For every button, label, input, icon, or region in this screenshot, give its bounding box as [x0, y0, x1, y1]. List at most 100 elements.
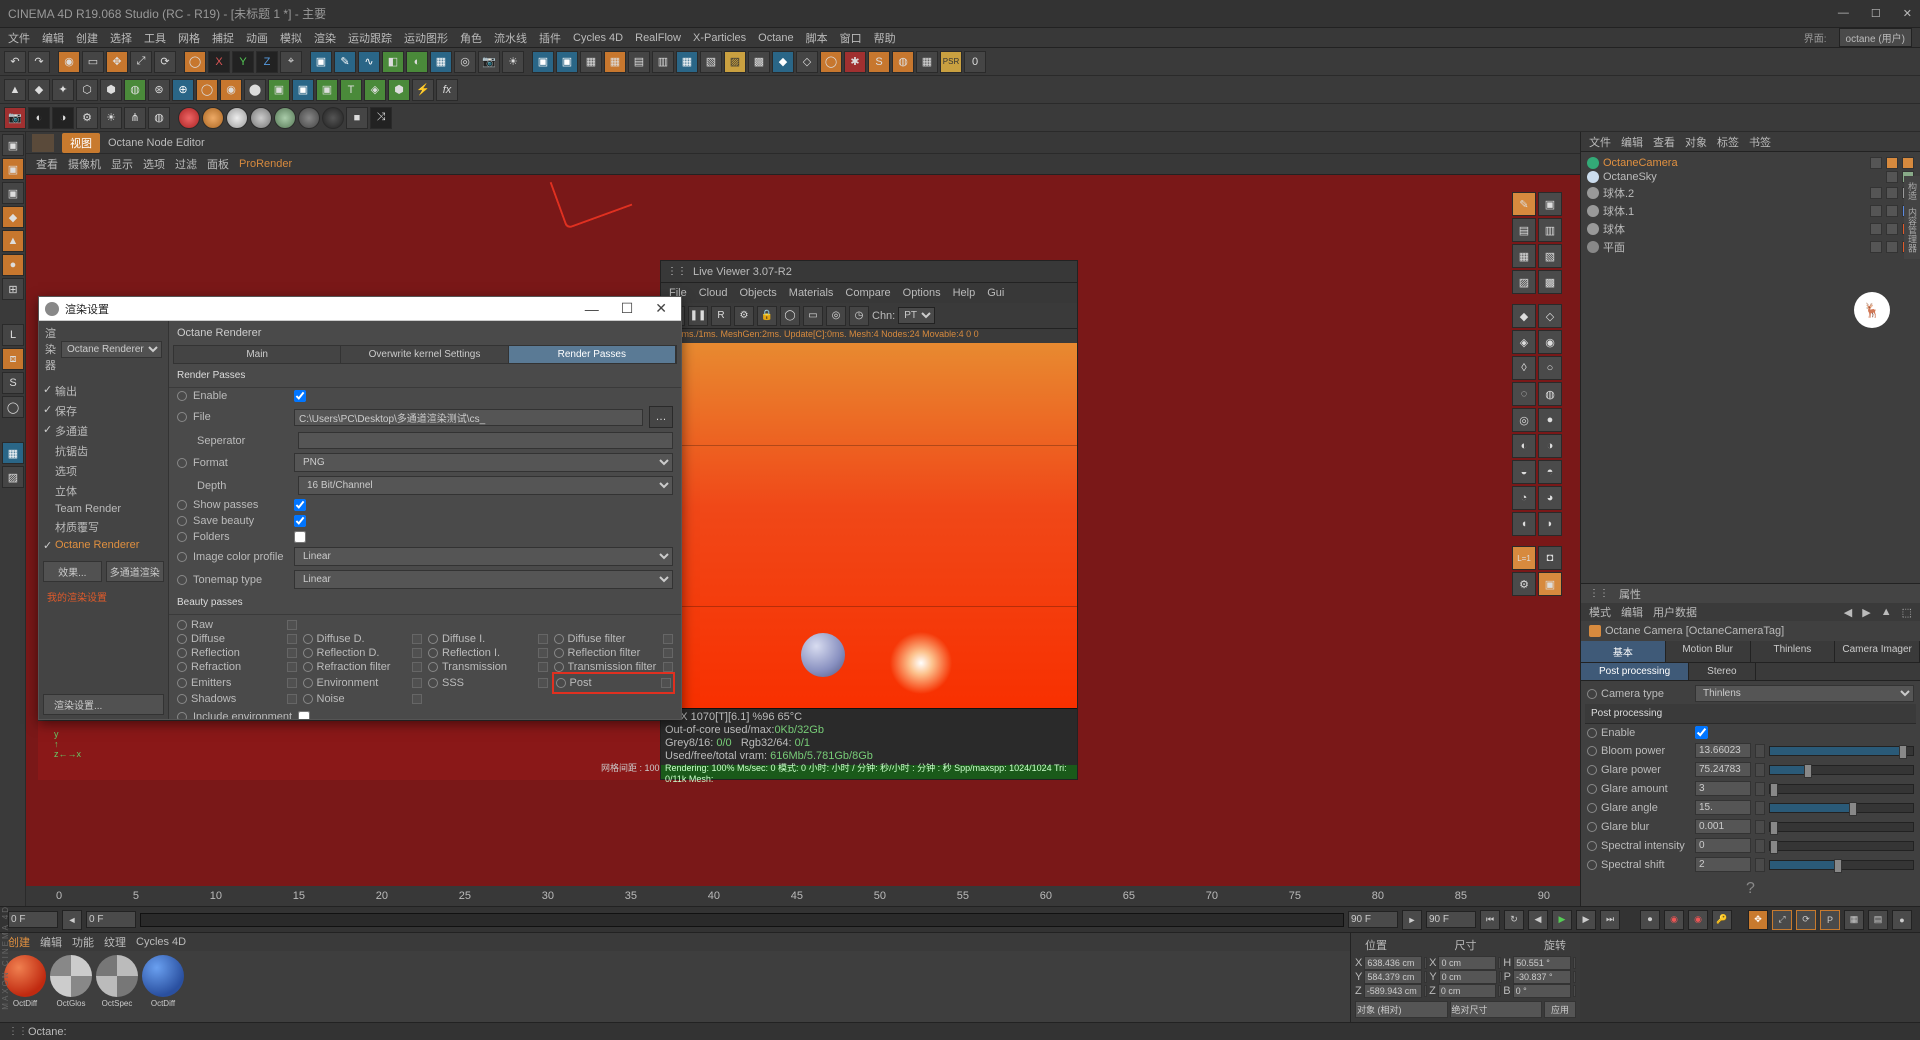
file-browse-button[interactable]: …: [649, 406, 673, 428]
radio-icon[interactable]: [177, 500, 187, 510]
interface-dropdown[interactable]: octane (用户): [1839, 28, 1912, 47]
vm-view[interactable]: 查看: [36, 156, 58, 172]
deformer-icon[interactable]: ▦: [430, 51, 452, 73]
radio-icon[interactable]: [303, 634, 313, 644]
tree-options[interactable]: 选项: [41, 461, 166, 481]
pass-reflection-d-[interactable]: Reflection D.: [303, 647, 423, 659]
menu-cycles[interactable]: Cycles 4D: [573, 32, 623, 44]
tree-aa[interactable]: 抗锯齿: [41, 441, 166, 461]
pass-checkbox[interactable]: [287, 620, 297, 630]
attr-slider[interactable]: [1769, 746, 1914, 756]
pass-post[interactable]: Post: [552, 672, 676, 694]
mat-dark-icon[interactable]: [298, 107, 320, 129]
render-win-titlebar[interactable]: 渲染设置 — ☐ ✕: [39, 297, 681, 321]
pass-raw[interactable]: Raw: [177, 619, 297, 631]
pass-checkbox[interactable]: [663, 634, 673, 644]
env-icon[interactable]: ◎: [454, 51, 476, 73]
radio-icon[interactable]: [177, 575, 187, 585]
spinner-icon[interactable]: [1755, 820, 1765, 834]
rr-21-icon[interactable]: ◓: [1538, 460, 1562, 484]
tab-postproc[interactable]: Post processing: [1581, 663, 1689, 680]
lv-render-view[interactable]: [661, 343, 1077, 708]
pass-checkbox[interactable]: [287, 648, 297, 658]
lv-help[interactable]: Help: [953, 287, 976, 299]
vm-panel[interactable]: 面板: [207, 156, 229, 172]
radio-icon[interactable]: [303, 662, 313, 672]
radio-icon[interactable]: [177, 648, 187, 658]
close-button[interactable]: ✕: [1903, 7, 1912, 20]
attr-value-field[interactable]: [1695, 857, 1751, 872]
t3-sun-icon[interactable]: ☀: [100, 107, 122, 129]
lv-sphere-icon[interactable]: ◯: [780, 306, 800, 326]
lv-pin-icon[interactable]: ◎: [826, 306, 846, 326]
attr-checkbox[interactable]: [1695, 726, 1708, 739]
move-icon[interactable]: ✥: [106, 51, 128, 73]
file-field[interactable]: [294, 409, 643, 426]
spinner-icon[interactable]: [1755, 858, 1765, 872]
om-file[interactable]: 文件: [1589, 134, 1611, 150]
radio-icon[interactable]: [177, 662, 187, 672]
t3-3-icon[interactable]: ◑: [52, 107, 74, 129]
rr-20-icon[interactable]: ◒: [1512, 460, 1536, 484]
t3-shuffle-icon[interactable]: ⤨: [370, 107, 392, 129]
rr-17-icon[interactable]: ●: [1538, 408, 1562, 432]
radio-icon[interactable]: [303, 694, 313, 704]
pass-environment[interactable]: Environment: [303, 675, 423, 691]
menu-anim[interactable]: 动画: [246, 30, 268, 46]
spinner-icon[interactable]: [1424, 971, 1427, 983]
t3-7-icon[interactable]: ◍: [148, 107, 170, 129]
recent-icon[interactable]: ◯: [184, 51, 206, 73]
t2-11-icon[interactable]: ⬤: [244, 79, 266, 101]
include-env-checkbox[interactable]: [298, 711, 310, 719]
tag-icon[interactable]: [1870, 205, 1882, 217]
t2-8-icon[interactable]: ⊕: [172, 79, 194, 101]
spinner-icon[interactable]: [1573, 957, 1576, 969]
rr-3-icon[interactable]: ▥: [1538, 218, 1562, 242]
rr-11-icon[interactable]: ◉: [1538, 330, 1562, 354]
rp9-icon[interactable]: ▨: [724, 51, 746, 73]
mat-black-icon[interactable]: [322, 107, 344, 129]
spinner-icon[interactable]: [1424, 957, 1427, 969]
renderer-select[interactable]: Octane Renderer: [61, 341, 162, 358]
mat-grey-icon[interactable]: [226, 107, 248, 129]
radio-icon[interactable]: [1587, 784, 1597, 794]
attr-value-field[interactable]: [1695, 819, 1751, 834]
lv-options[interactable]: Options: [903, 287, 941, 299]
tl-key-icon[interactable]: 🔑: [1712, 910, 1732, 930]
help-icon[interactable]: ?: [1585, 874, 1916, 904]
depth-select[interactable]: 16 Bit/Channel: [298, 476, 673, 495]
radio-icon[interactable]: [1587, 841, 1597, 851]
rail-3-icon[interactable]: ▣: [2, 182, 24, 204]
tag-icon[interactable]: [1870, 241, 1882, 253]
tl-rec-icon[interactable]: ◉: [1664, 910, 1684, 930]
radio-icon[interactable]: [177, 694, 187, 704]
menu-realflow[interactable]: RealFlow: [635, 32, 681, 44]
menu-render[interactable]: 渲染: [314, 30, 336, 46]
lv-gear-icon[interactable]: ⚙: [734, 306, 754, 326]
mat-tex[interactable]: 纹理: [104, 934, 126, 950]
menu-mesh[interactable]: 网格: [178, 30, 200, 46]
t2-6-icon[interactable]: ◍: [124, 79, 146, 101]
rr-14-icon[interactable]: ◌: [1512, 382, 1536, 406]
rail-7-icon[interactable]: ⊞: [2, 278, 24, 300]
t2-16-icon[interactable]: ◈: [364, 79, 386, 101]
mat-func[interactable]: 功能: [72, 934, 94, 950]
t2-15-icon[interactable]: T: [340, 79, 362, 101]
tree-stereo[interactable]: 立体: [41, 481, 166, 501]
s-icon[interactable]: S: [868, 51, 890, 73]
menu-window[interactable]: 窗口: [840, 30, 862, 46]
select-rect-icon[interactable]: ▭: [82, 51, 104, 73]
rr-8-icon[interactable]: ◆: [1512, 304, 1536, 328]
menu-file[interactable]: 文件: [8, 30, 30, 46]
icp-select[interactable]: Linear: [294, 547, 673, 566]
rail-s-icon[interactable]: S: [2, 372, 24, 394]
t3-2-icon[interactable]: ◐: [28, 107, 50, 129]
pass-transmission[interactable]: Transmission: [428, 661, 548, 673]
rw-close-button[interactable]: ✕: [647, 300, 675, 317]
rail-magnet-icon[interactable]: ⧈: [2, 348, 24, 370]
lv-objects[interactable]: Objects: [739, 287, 776, 299]
tag-icon[interactable]: [1902, 157, 1914, 169]
spinner-icon[interactable]: [1498, 957, 1501, 969]
t2-17-icon[interactable]: ⬢: [388, 79, 410, 101]
grid-icon[interactable]: ▦: [916, 51, 938, 73]
